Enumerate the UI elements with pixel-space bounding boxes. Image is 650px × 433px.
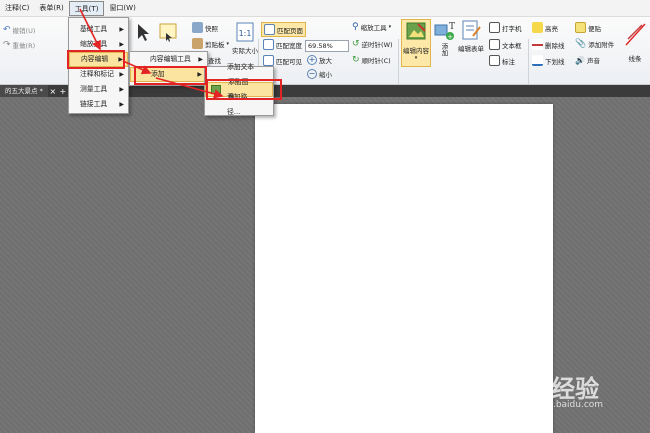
arrow-to-add [122, 60, 152, 75]
arrow-to-content-edit [79, 8, 101, 51]
arrow-to-add-image [155, 77, 224, 99]
watermark-url: jingyan.baidu.com [520, 400, 604, 410]
watermark-logo: Bai 经验 [500, 375, 600, 403]
annotation-slash [625, 23, 646, 46]
